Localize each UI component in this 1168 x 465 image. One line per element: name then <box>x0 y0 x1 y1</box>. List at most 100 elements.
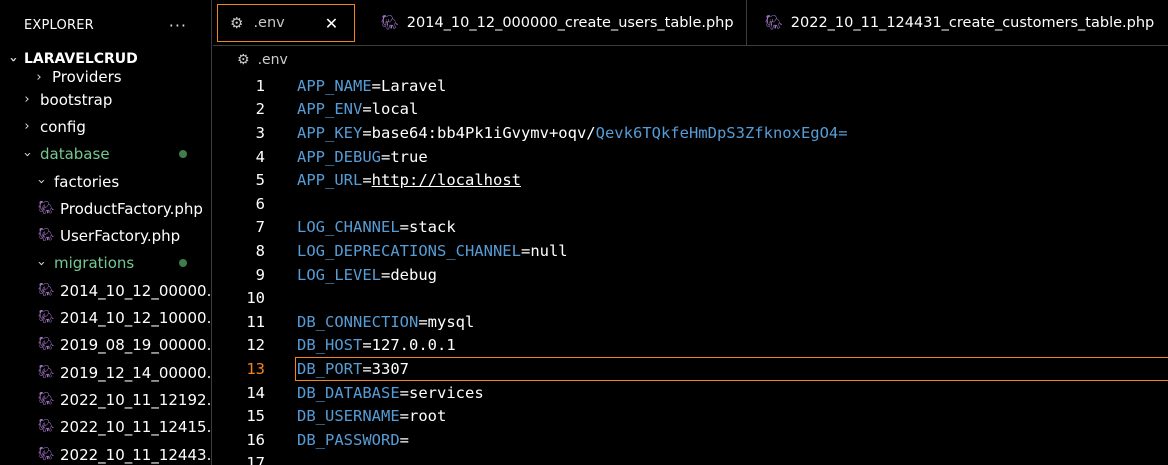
line-number: 16 <box>246 430 265 449</box>
code-editor[interactable]: 1 APP_NAME=Laravel 2 APP_ENV=local 3 APP_KE… <box>213 74 1168 465</box>
code-line: 1 APP_NAME=Laravel <box>213 74 1168 98</box>
env-key: LOG_LEVEL <box>297 265 381 284</box>
line-number: 6 <box>255 194 265 213</box>
file-label: 2022_10_11_12192... <box>60 390 212 409</box>
breadcrumb-file: .env <box>257 52 288 68</box>
folder-label: Providers <box>52 68 122 86</box>
file-migration[interactable]: 🐘︎ 2022_10_11_12443... <box>0 441 211 465</box>
line-number: 14 <box>246 383 265 402</box>
env-value: Laravel <box>381 76 447 95</box>
code-line: 17 <box>213 452 1168 465</box>
file-label: UserFactory.php <box>60 227 181 246</box>
php-elephant-icon: 🐘︎ <box>38 419 55 435</box>
folder-label: bootstrap <box>40 90 113 109</box>
file-migration[interactable]: 🐘︎ 2014_10_12_00000... <box>0 277 211 304</box>
root-folder-label: LARAVELCRUD <box>24 51 138 67</box>
php-elephant-icon: 🐘︎ <box>38 228 55 244</box>
env-value-continued: Qevk6TQkfeHmDpS3ZfknoxEgO4= <box>595 123 848 142</box>
chevron-down-icon: › <box>33 260 49 267</box>
env-key: DB_PASSWORD <box>297 430 400 449</box>
current-code-line: 13 DB_PORT=3307 <box>213 357 1168 381</box>
file-migration[interactable]: 🐘︎ 2019_08_19_00000... <box>0 332 211 359</box>
php-elephant-icon: 🐘︎ <box>38 282 55 298</box>
folder-config[interactable]: › config <box>0 113 211 140</box>
breadcrumb[interactable]: ⚙ .env <box>213 47 1168 73</box>
code-line: 15 DB_USERNAME=root <box>213 404 1168 428</box>
chevron-down-icon: › <box>33 178 49 185</box>
chevron-right-icon: › <box>36 69 42 85</box>
explorer-title: EXPLORER <box>24 17 94 33</box>
env-key: LOG_CHANNEL <box>297 218 400 237</box>
equals-sign: = <box>381 147 391 166</box>
code-line: 12 DB_HOST=127.0.0.1 <box>213 334 1168 358</box>
php-elephant-icon: 🐘︎ <box>38 364 55 380</box>
modified-dot-icon <box>179 259 187 268</box>
env-key: APP_DEBUG <box>297 147 381 166</box>
env-value: services <box>409 383 484 402</box>
folder-label: factories <box>54 172 120 191</box>
file-label: 2022_10_11_12415... <box>60 418 212 437</box>
root-folder[interactable]: › LARAVELCRUD <box>0 48 211 70</box>
code-line: 8 LOG_DEPRECATIONS_CHANNEL=null <box>213 239 1168 263</box>
more-actions-icon[interactable]: ··· <box>169 16 187 35</box>
tab-env[interactable]: ⚙ .env ✕ <box>217 4 355 42</box>
env-key: APP_NAME <box>297 76 372 95</box>
tab-label: 2022_10_11_124431_create_customers_table… <box>790 15 1155 31</box>
env-key: APP_ENV <box>297 100 363 119</box>
env-key: DB_USERNAME <box>297 407 400 426</box>
php-elephant-icon: 🐘︎ <box>38 200 55 216</box>
line-number: 15 <box>246 407 265 426</box>
folder-providers[interactable]: › Providers <box>0 68 211 86</box>
env-value: debug <box>390 265 438 284</box>
php-elephant-icon: 🐘︎ <box>38 310 55 326</box>
env-key: LOG_DEPRECATIONS_CHANNEL <box>297 241 521 260</box>
file-migration[interactable]: 🐘︎ 2022_10_11_12415... <box>0 414 211 441</box>
file-migration[interactable]: 🐘︎ 2022_10_11_12192... <box>0 386 211 413</box>
equals-sign: = <box>399 407 409 426</box>
gear-icon: ⚙ <box>237 52 250 68</box>
url-link[interactable]: http://localhost <box>372 171 521 189</box>
current-line-highlight <box>295 357 1168 381</box>
env-value: root <box>409 407 447 426</box>
folder-bootstrap[interactable]: › bootstrap <box>0 86 211 113</box>
line-number: 3 <box>255 123 265 142</box>
env-key: DB_CONNECTION <box>297 312 419 331</box>
folder-database[interactable]: › database <box>0 141 211 168</box>
code-line: 16 DB_PASSWORD= <box>213 428 1168 452</box>
line-number: 9 <box>255 265 265 284</box>
code-line: 6 <box>213 192 1168 216</box>
tab-label: .env <box>253 15 285 31</box>
php-elephant-icon: 🐘︎ <box>38 337 55 353</box>
env-key: DB_DATABASE <box>297 383 400 402</box>
tab-create-customers-table[interactable]: 🐘︎ 2022_10_11_124431_create_customers_ta… <box>747 0 1167 46</box>
line-number: 11 <box>246 312 265 331</box>
file-userfactory[interactable]: 🐘︎ UserFactory.php <box>0 222 211 249</box>
chevron-right-icon: › <box>24 92 30 108</box>
folder-factories[interactable]: › factories <box>0 168 211 195</box>
php-elephant-icon: 🐘︎ <box>38 391 55 407</box>
file-label: ProductFactory.php <box>60 199 203 218</box>
line-number: 5 <box>255 171 265 190</box>
file-migration[interactable]: 🐘︎ 2014_10_12_10000... <box>0 304 211 331</box>
equals-sign: = <box>520 241 531 260</box>
equals-sign: = <box>362 100 372 119</box>
chevron-down-icon: › <box>5 56 21 62</box>
env-key: DB_HOST <box>297 336 363 355</box>
code-line: 14 DB_DATABASE=services <box>213 381 1168 405</box>
file-productfactory[interactable]: 🐘︎ ProductFactory.php <box>0 195 211 222</box>
explorer-sidebar: EXPLORER ··· › LARAVELCRUD › Providers ›… <box>0 0 212 465</box>
gear-icon: ⚙ <box>230 14 244 32</box>
env-key: APP_KEY <box>297 123 363 142</box>
line-number: 7 <box>255 218 265 237</box>
env-value: local <box>371 100 419 119</box>
chevron-down-icon: › <box>19 151 35 157</box>
tab-create-users-table[interactable]: 🐘︎ 2014_10_12_000000_create_users_table.… <box>359 0 747 46</box>
file-migration[interactable]: 🐘︎ 2019_12_14_00000... <box>0 359 211 386</box>
folder-migrations[interactable]: › migrations <box>0 250 211 277</box>
env-key: DB_PORT <box>297 359 363 378</box>
close-icon[interactable]: ✕ <box>325 14 338 33</box>
file-label: 2019_08_19_00000... <box>60 336 212 355</box>
code-line: 2 APP_ENV=local <box>213 98 1168 122</box>
code-line: 9 LOG_LEVEL=debug <box>213 263 1168 287</box>
php-elephant-icon: 🐘︎ <box>765 15 783 31</box>
